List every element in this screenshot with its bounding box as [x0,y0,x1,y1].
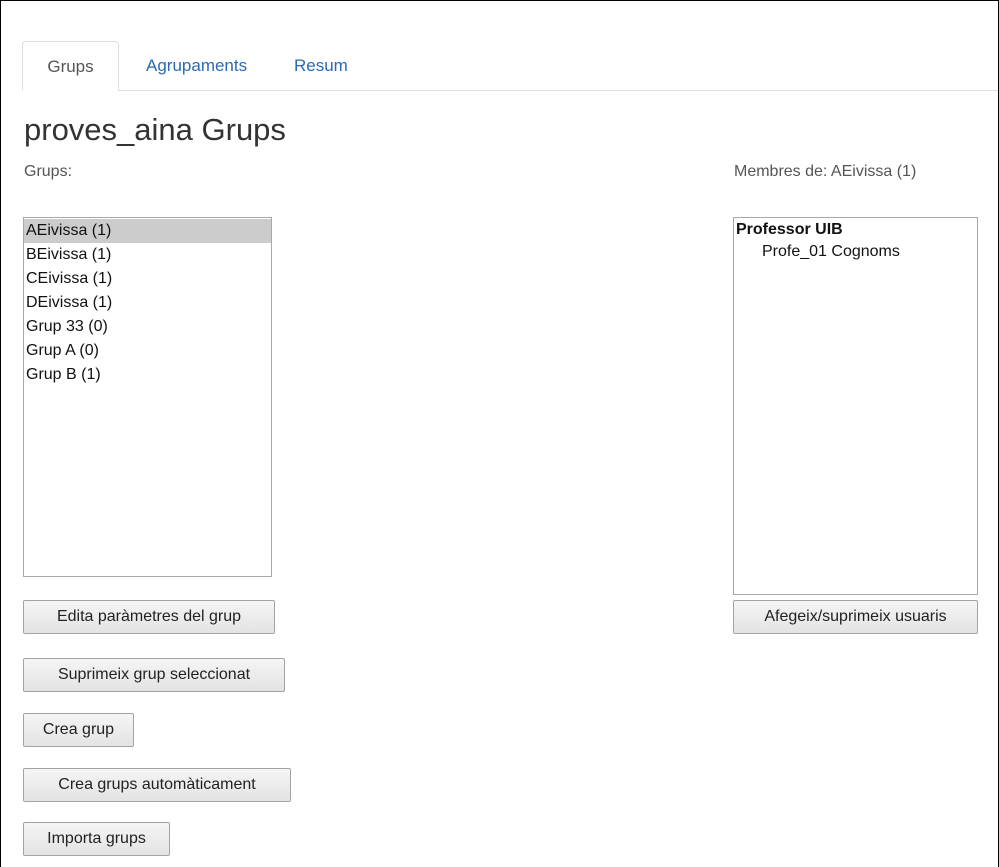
group-option[interactable]: Grup A (0) [24,339,271,363]
tab-bar: Grups Agrupaments Resum [22,41,998,91]
edit-group-settings-button[interactable]: Edita paràmetres del grup [23,600,275,634]
tab-agrupaments[interactable]: Agrupaments [146,41,247,90]
group-option[interactable]: DEivissa (1) [24,291,271,315]
members-role-group: Professor UIB [736,221,843,238]
tab-grups[interactable]: Grups [22,41,119,91]
tab-resum[interactable]: Resum [294,41,348,90]
auto-create-groups-button[interactable]: Crea grups automàticament [23,768,291,802]
group-option[interactable]: CEivissa (1) [24,267,271,291]
add-remove-users-button[interactable]: Afegeix/suprimeix usuaris [733,600,978,634]
delete-selected-group-button[interactable]: Suprimeix grup seleccionat [23,658,285,692]
members-label: Membres de: AEivissa (1) [734,163,917,180]
members-listbox[interactable]: Professor UIB Profe_01 Cognoms [733,217,978,595]
group-option[interactable]: BEivissa (1) [24,243,271,267]
group-option[interactable]: AEivissa (1) [24,219,271,243]
page-title: proves_aina Grups [24,112,286,147]
create-group-button[interactable]: Crea grup [23,713,134,747]
group-option[interactable]: Grup B (1) [24,363,271,387]
member-option[interactable]: Profe_01 Cognoms [734,241,977,263]
import-groups-button[interactable]: Importa grups [23,822,170,856]
groups-listbox[interactable]: AEivissa (1) BEivissa (1) CEivissa (1) D… [23,217,272,577]
groups-label: Grups: [24,163,73,180]
group-option[interactable]: Grup 33 (0) [24,315,271,339]
